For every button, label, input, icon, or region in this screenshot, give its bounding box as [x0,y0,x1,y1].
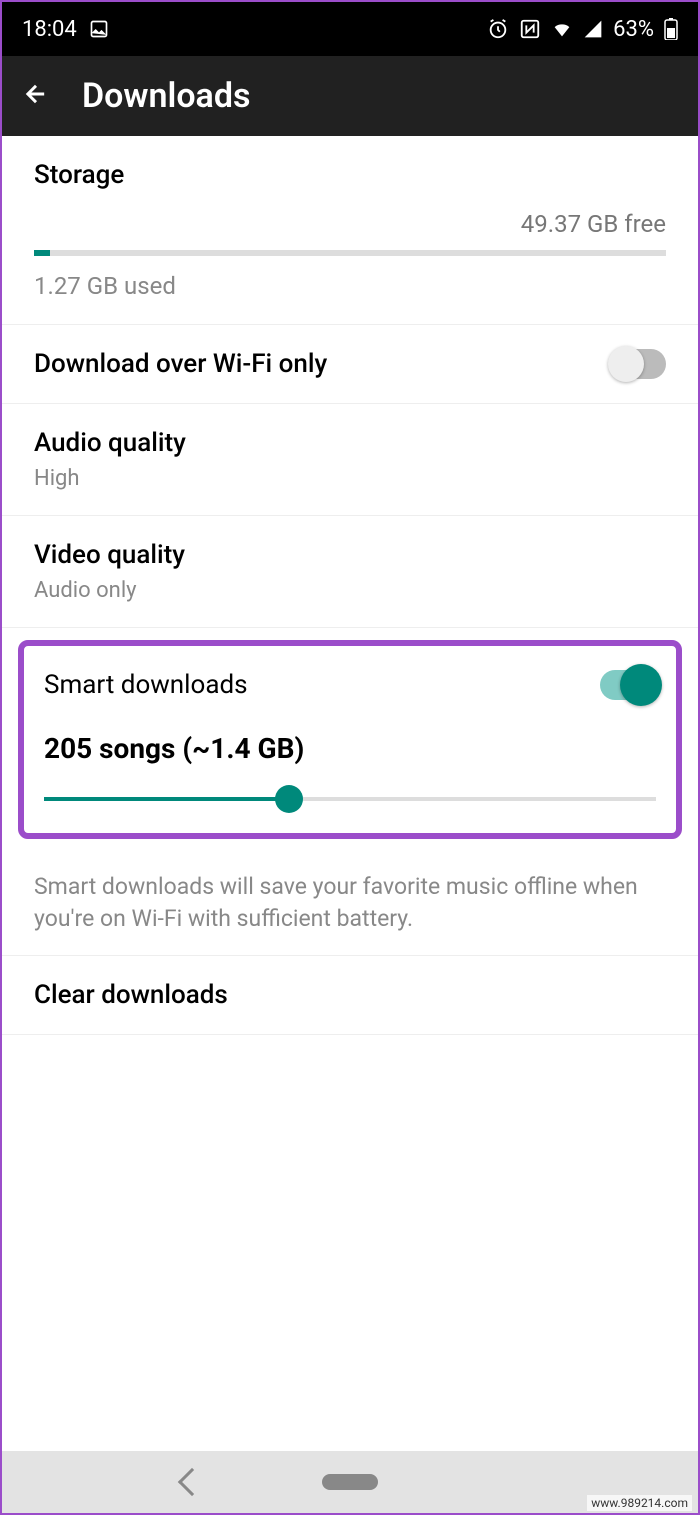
audio-quality-row[interactable]: Audio quality High [2,404,698,516]
wifi-only-toggle[interactable] [610,349,666,379]
nav-back-button[interactable] [178,1468,206,1496]
clear-downloads-label: Clear downloads [34,980,228,1010]
audio-quality-label: Audio quality [34,428,666,458]
nfc-icon [519,18,541,40]
status-bar: 18:04 63% [2,2,698,56]
storage-section: Storage 49.37 GB free 1.27 GB used [2,136,698,325]
toggle-knob [620,664,662,706]
storage-free-text: 49.37 GB free [34,210,666,238]
storage-progress-fill [34,250,50,256]
smart-downloads-label: Smart downloads [44,670,248,700]
smart-downloads-toggle[interactable] [600,670,656,700]
video-quality-label: Video quality [34,540,666,570]
audio-quality-value: High [34,466,666,491]
toggle-knob [608,346,644,382]
slider-fill [44,797,289,801]
back-button[interactable] [22,80,50,112]
smart-downloads-highlight: Smart downloads 205 songs (~1.4 GB) [18,640,682,839]
content-area: Storage 49.37 GB free 1.27 GB used Downl… [2,136,698,1451]
wifi-icon [551,18,573,40]
wifi-only-label: Download over Wi-Fi only [34,349,327,379]
status-time: 18:04 [22,17,77,42]
page-title: Downloads [82,76,250,116]
app-bar: Downloads [2,56,698,136]
clear-downloads-row[interactable]: Clear downloads [2,956,698,1035]
slider-knob [275,785,303,813]
video-quality-row[interactable]: Video quality Audio only [2,516,698,628]
smart-downloads-slider[interactable] [44,797,656,801]
battery-percent: 63% [613,17,654,42]
wifi-only-row[interactable]: Download over Wi-Fi only [2,325,698,404]
smart-downloads-description: Smart downloads will save your favorite … [2,851,698,956]
alarm-icon [487,18,509,40]
image-icon [89,19,109,39]
watermark: www.989214.com [587,1495,692,1511]
nav-home-pill[interactable] [322,1474,378,1490]
battery-icon [664,18,678,40]
storage-label: Storage [34,160,666,190]
video-quality-value: Audio only [34,578,666,603]
signal-icon [583,19,603,39]
storage-used-text: 1.27 GB used [34,272,666,300]
smart-downloads-songs: 205 songs (~1.4 GB) [44,732,656,765]
storage-progress-bar [34,250,666,256]
